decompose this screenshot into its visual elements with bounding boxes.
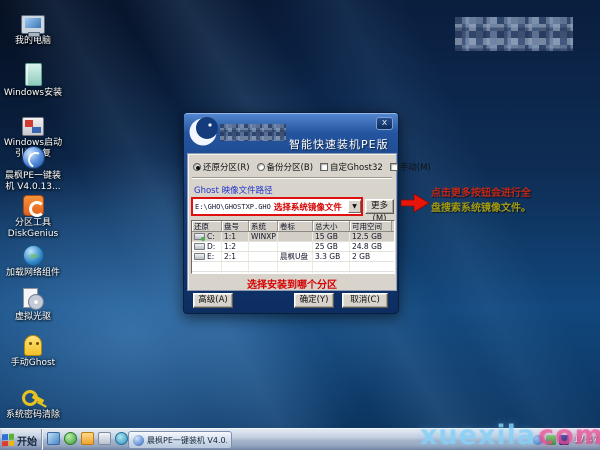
dialog-button-row: 高级(A) 确定(Y) 取消(C) bbox=[184, 289, 398, 313]
table-row-empty bbox=[192, 262, 394, 272]
messenger-tray-icon[interactable] bbox=[559, 435, 569, 445]
desktop-icon-manual-ghost[interactable]: 手动Ghost bbox=[2, 328, 64, 369]
table-row-empty bbox=[192, 272, 394, 274]
quick-launch bbox=[47, 432, 128, 445]
option-label: 备份分区(B) bbox=[267, 161, 313, 173]
radio-icon bbox=[257, 163, 265, 171]
cancel-button[interactable]: 取消(C) bbox=[342, 293, 388, 308]
checkbox-custom-ghost32[interactable]: 自定Ghost32 bbox=[320, 161, 383, 173]
launcher-icon[interactable] bbox=[115, 432, 128, 445]
desktop-icon-pe-installer[interactable]: 晨枫PE一键装机 V4.0.13... bbox=[2, 141, 64, 193]
option-label: 还原分区(R) bbox=[203, 161, 250, 173]
network-components-icon bbox=[23, 245, 44, 266]
icon-label: 我的电脑 bbox=[2, 36, 64, 47]
divider bbox=[192, 177, 392, 179]
checkbox-icon bbox=[320, 163, 328, 171]
option-label: 手动(M) bbox=[400, 161, 431, 173]
browser-icon[interactable] bbox=[64, 432, 77, 445]
icon-label: Windows安装 bbox=[2, 88, 64, 99]
col-free: 可用空间 bbox=[350, 221, 392, 231]
image-path-combobox[interactable]: E:\GHO\GHOSTXP.GHO 选择系统镜像文件 ▼ bbox=[191, 197, 363, 216]
icon-label: 手动Ghost bbox=[2, 358, 64, 369]
radio-restore-partition[interactable]: 还原分区(R) bbox=[193, 161, 250, 173]
desktop-icon-password-clear[interactable]: 系统密码清除 bbox=[2, 380, 64, 421]
desktop-icon-diskgenius[interactable]: 分区工具 DiskGenius bbox=[2, 188, 64, 240]
screen: 我的电脑 Windows安装 Windows启动引导修复 晨枫PE一键装机 V4… bbox=[0, 0, 600, 450]
password-clear-icon bbox=[21, 388, 45, 408]
taskbar: 开始 晨枫PE一键装机 V4.0.1... 17:47 bbox=[0, 428, 600, 450]
checkbox-manual[interactable]: 手动(M) bbox=[390, 161, 431, 173]
option-label: 自定Ghost32 bbox=[330, 161, 383, 173]
checkbox-icon bbox=[390, 163, 398, 171]
col-system: 系统 bbox=[249, 221, 278, 231]
icon-label: 虚拟光驱 bbox=[2, 312, 64, 323]
close-icon[interactable]: x bbox=[376, 117, 393, 130]
partition-table[interactable]: 还原 盘号 系统 卷标 总大小 可用空间 C: 1:1 WINXP 15 GB … bbox=[191, 220, 395, 274]
drive-icon bbox=[194, 243, 205, 250]
drive-icon bbox=[194, 233, 205, 240]
window-icon[interactable] bbox=[98, 432, 111, 445]
app-logo-icon bbox=[188, 117, 219, 148]
manual-ghost-icon bbox=[24, 335, 42, 356]
col-disk-no: 盘号 bbox=[222, 221, 249, 231]
ghost-path-label: Ghost 映像文件路径 bbox=[194, 184, 273, 196]
col-volume: 卷标 bbox=[278, 221, 313, 231]
censored-brand-mosaic bbox=[220, 124, 286, 141]
advanced-button[interactable]: 高级(A) bbox=[193, 293, 233, 308]
annotation-line2: 盘搜索系统镜像文件。 bbox=[431, 201, 531, 216]
more-button[interactable]: 更多(M) bbox=[365, 199, 394, 214]
drive-icon bbox=[194, 253, 205, 260]
table-row[interactable]: E: 2:1 晨枫U盘 3.3 GB 2 GB bbox=[192, 252, 394, 262]
image-path-value: E:\GHO\GHOSTXP.GHO bbox=[193, 203, 271, 211]
icon-label: 系统密码清除 bbox=[2, 410, 64, 421]
network-tray-icon[interactable] bbox=[533, 435, 543, 445]
installer-dialog: 智能快速装机PE版 x 还原分区(R) 备份分区(B) 自定Ghost32 bbox=[183, 112, 399, 314]
desktop-icon-windows-install[interactable]: Windows安装 bbox=[2, 58, 64, 99]
green-tray-icon[interactable] bbox=[546, 435, 556, 445]
virtual-cd-icon bbox=[22, 288, 44, 310]
annotation-text: 点击更多按钮会进行全 盘搜索系统镜像文件。 bbox=[431, 186, 531, 216]
clock: 17:47 bbox=[574, 435, 599, 445]
radio-backup-partition[interactable]: 备份分区(B) bbox=[257, 161, 313, 173]
start-button[interactable]: 开始 bbox=[0, 429, 42, 450]
start-label: 开始 bbox=[17, 433, 37, 448]
censored-watermark-mosaic bbox=[455, 17, 573, 51]
icon-label: 加载网络组件 bbox=[2, 268, 64, 279]
taskbar-task-button[interactable]: 晨枫PE一键装机 V4.0.1... bbox=[128, 431, 232, 449]
ok-button[interactable]: 确定(Y) bbox=[294, 293, 334, 308]
desktop-icon-network-components[interactable]: 加载网络组件 bbox=[2, 238, 64, 279]
dialog-titlebar[interactable]: 智能快速装机PE版 x bbox=[184, 113, 398, 153]
show-desktop-icon[interactable] bbox=[47, 432, 60, 445]
windows-flag-icon bbox=[2, 434, 14, 447]
col-total: 总大小 bbox=[313, 221, 350, 231]
chevron-down-icon[interactable]: ▼ bbox=[348, 200, 361, 213]
folder-icon[interactable] bbox=[81, 432, 94, 445]
desktop-icon-my-computer[interactable]: 我的电脑 bbox=[2, 6, 64, 47]
annotation-line1: 点击更多按钮会进行全 bbox=[431, 186, 531, 201]
image-path-hint: 选择系统镜像文件 bbox=[274, 201, 342, 213]
pe-installer-task-icon bbox=[133, 435, 144, 446]
task-button-label: 晨枫PE一键装机 V4.0.1... bbox=[147, 435, 227, 446]
boot-repair-icon bbox=[22, 117, 44, 136]
pe-installer-icon bbox=[22, 146, 45, 169]
icon-label: 分区工具 DiskGenius bbox=[2, 218, 64, 240]
my-computer-icon bbox=[21, 15, 45, 34]
table-header: 还原 盘号 系统 卷标 总大小 可用空间 bbox=[192, 221, 394, 232]
dialog-content: 还原分区(R) 备份分区(B) 自定Ghost32 手动(M) Ghost 映像… bbox=[187, 153, 397, 291]
col-restore: 还原 bbox=[192, 221, 222, 231]
system-tray: 17:47 bbox=[529, 429, 599, 450]
mode-options: 还原分区(R) 备份分区(B) 自定Ghost32 手动(M) bbox=[193, 161, 394, 173]
radio-icon bbox=[193, 163, 201, 171]
desktop-icon-virtual-cd[interactable]: 虚拟光驱 bbox=[2, 282, 64, 323]
table-row[interactable]: D: 1:2 25 GB 24.8 GB bbox=[192, 242, 394, 252]
windows-install-icon bbox=[25, 63, 42, 86]
dialog-title: 智能快速装机PE版 bbox=[289, 136, 389, 152]
annotation-arrow-icon bbox=[401, 191, 431, 215]
diskgenius-icon bbox=[23, 195, 44, 216]
table-row[interactable]: C: 1:1 WINXP 15 GB 12.5 GB bbox=[192, 232, 394, 242]
